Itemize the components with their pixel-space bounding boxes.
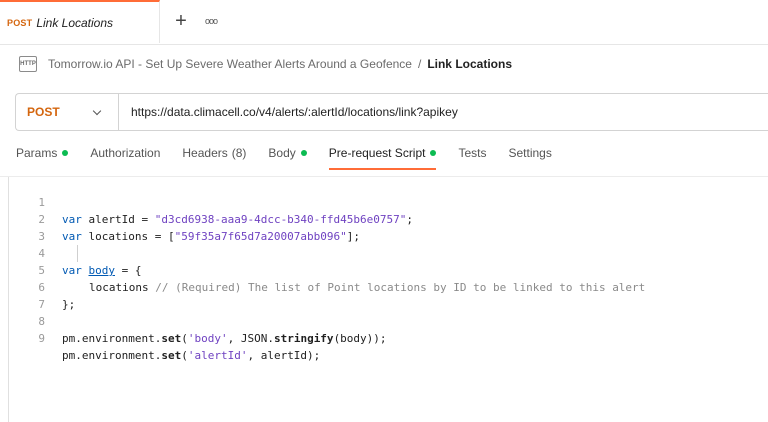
breadcrumb-separator: / bbox=[417, 57, 422, 71]
tab-params[interactable]: Params bbox=[16, 144, 69, 170]
url-bar: POST bbox=[15, 93, 768, 131]
code-text: pm.environment.set('alertId', alertId); bbox=[62, 347, 320, 364]
tab-headers[interactable]: Headers (8) bbox=[182, 144, 246, 170]
more-options-icon[interactable]: ooo bbox=[205, 13, 218, 29]
code-text: locations // (Required) The list of Poin… bbox=[89, 279, 645, 296]
code-text: }; bbox=[62, 298, 76, 311]
code-line: 2 var locations = ["59f35a7f65d7a20007ab… bbox=[9, 194, 360, 243]
tab-tests[interactable]: Tests bbox=[458, 144, 486, 170]
breadcrumb-collection[interactable]: Tomorrow.io API - Set Up Severe Weather … bbox=[48, 57, 412, 71]
method-value: POST bbox=[27, 105, 60, 119]
code-comment: // (Required) The list of Point location… bbox=[148, 281, 646, 294]
tab-headers-label: Headers bbox=[182, 146, 228, 160]
chevron-down-icon bbox=[92, 106, 102, 116]
tab-body[interactable]: Body bbox=[268, 144, 307, 170]
code-line: 5 locations // (Required) The list of Po… bbox=[9, 245, 645, 294]
status-dot-icon bbox=[300, 150, 307, 156]
tab-title: Link Locations bbox=[36, 15, 114, 30]
code-line: 4 var body = { bbox=[9, 228, 141, 277]
code-part: ( bbox=[181, 349, 188, 362]
tab-headers-count: (8) bbox=[231, 146, 247, 160]
string-literal: 'alertId' bbox=[187, 349, 248, 362]
string-literal: "59f35a7f65d7a20007abb096" bbox=[174, 230, 347, 243]
request-tabs: Params Authorization Headers (8) Body Pr… bbox=[16, 144, 574, 170]
punctuation: ]; bbox=[346, 230, 361, 243]
function-name: set bbox=[161, 332, 182, 345]
code-part: pm.environment. bbox=[62, 349, 162, 362]
tab-params-label: Params bbox=[16, 146, 58, 160]
code-line: 9 pm.environment.set('alertId', alertId)… bbox=[9, 313, 320, 362]
indent-guide bbox=[77, 245, 78, 262]
property-key: locations bbox=[89, 281, 149, 294]
add-tab-icon[interactable]: + bbox=[172, 11, 190, 31]
url-input[interactable] bbox=[119, 93, 768, 131]
breadcrumb-request-name[interactable]: Link Locations bbox=[427, 57, 512, 71]
tab-authorization[interactable]: Authorization bbox=[90, 144, 160, 170]
identifier: alertId = bbox=[81, 213, 155, 226]
tab-bar: POST Link Locations + ooo bbox=[0, 0, 768, 45]
code-text: pm.environment.set('body', JSON.stringif… bbox=[62, 330, 387, 347]
keyword: var bbox=[62, 213, 82, 226]
punctuation: ; bbox=[406, 213, 414, 226]
tab-settings[interactable]: Settings bbox=[509, 144, 552, 170]
request-tab-link-locations[interactable]: POST Link Locations bbox=[0, 0, 160, 43]
function-name: stringify bbox=[273, 332, 334, 345]
code-line: 8 pm.environment.set('body', JSON.string… bbox=[9, 296, 386, 345]
code-text: var locations = ["59f35a7f65d7a20007abb0… bbox=[62, 228, 360, 245]
code-part: , JSON. bbox=[227, 332, 274, 345]
tab-settings-label: Settings bbox=[508, 146, 552, 160]
function-name: set bbox=[161, 349, 182, 362]
keyword: var bbox=[62, 230, 82, 243]
code-line: 1 var alertId = "d3cd6938-aaa9-4dcc-b340… bbox=[9, 177, 413, 226]
string-literal: "d3cd6938-aaa9-4dcc-b340-ffd45b6e0757" bbox=[154, 213, 407, 226]
code-line: 7 bbox=[9, 279, 45, 311]
identifier: locations = [ bbox=[81, 230, 175, 243]
tab-tests-label: Tests bbox=[458, 146, 487, 160]
script-editor[interactable]: 1 var alertId = "d3cd6938-aaa9-4dcc-b340… bbox=[8, 177, 768, 422]
keyword: var bbox=[62, 264, 82, 277]
identifier-body: body bbox=[88, 264, 116, 277]
breadcrumb: HTTP Tomorrow.io API - Set Up Severe Wea… bbox=[19, 54, 512, 74]
tab-pre-request-script-label: Pre-request Script bbox=[328, 146, 426, 160]
method-select[interactable]: POST bbox=[16, 94, 119, 130]
status-dot-icon bbox=[430, 150, 437, 156]
code-part: , alertId); bbox=[247, 349, 321, 362]
code-text: var body = { bbox=[62, 262, 142, 279]
punctuation: = { bbox=[115, 264, 142, 277]
code-part: (body)); bbox=[333, 332, 387, 345]
tab-method-badge: POST bbox=[7, 17, 33, 28]
code-part: ( bbox=[181, 332, 188, 345]
code-line: 6 }; bbox=[9, 262, 75, 311]
tab-authorization-label: Authorization bbox=[90, 146, 161, 160]
line-number: 9 bbox=[38, 332, 45, 345]
tab-pre-request-script[interactable]: Pre-request Script bbox=[328, 144, 437, 170]
http-request-icon: HTTP bbox=[19, 56, 37, 72]
code-line: 3 bbox=[9, 211, 45, 243]
status-dot-icon bbox=[62, 150, 69, 156]
code-text: var alertId = "d3cd6938-aaa9-4dcc-b340-f… bbox=[62, 211, 413, 228]
string-literal: 'body' bbox=[187, 332, 228, 345]
code-part: pm.environment. bbox=[62, 332, 162, 345]
tab-body-label: Body bbox=[268, 146, 296, 160]
